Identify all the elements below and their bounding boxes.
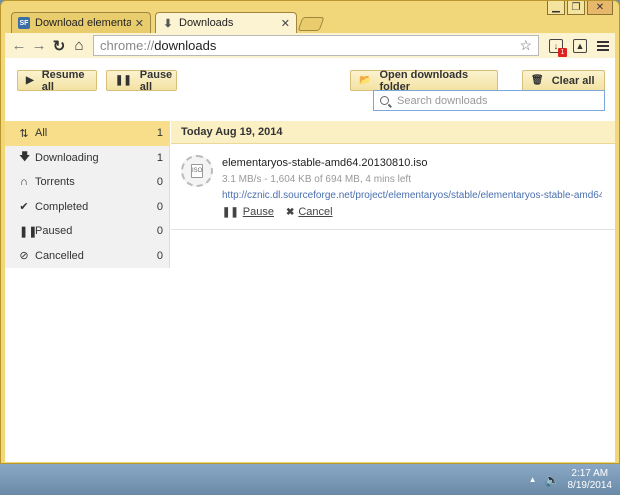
pause-icon: ❚❚ (115, 75, 132, 86)
system-tray: ▲ 🔈 2:17 AM 8/19/2014 (529, 464, 612, 495)
browser-window: SF Download elementary OS ✕ ⬇ Downloads … (0, 0, 620, 464)
count: 0 (156, 200, 163, 213)
sidebar-item-downloading[interactable]: 🡇 Downloading 1 (5, 146, 169, 171)
tab-label: Download elementary OS (35, 17, 131, 29)
count: 1 (156, 151, 163, 164)
count: 0 (156, 249, 163, 262)
pause-icon: ❚❚ (19, 225, 38, 238)
sidebar-item-torrents[interactable]: ∩ Torrents 0 (5, 170, 169, 195)
download-url-link[interactable]: http://cznic.dl.sourceforge.net/project/… (222, 190, 602, 201)
pause-all-button[interactable]: ❚❚ Pause all (106, 69, 177, 93)
tab-label: Downloads (179, 17, 234, 29)
clear-all-button[interactable]: 🗑 Clear all (522, 70, 605, 91)
downloads-extension-icon[interactable]: ↓ 1 (549, 38, 567, 57)
sidebar: ⇅ All 1 🡇 Downloading 1 ∩ Torrents 0 ✔ C… (5, 121, 170, 268)
sort-arrows-icon: ⇅ (19, 127, 29, 140)
download-filename[interactable]: elementaryos-stable-amd64.20130810.iso (222, 157, 427, 169)
show-hidden-icons-icon[interactable]: ▲ (529, 475, 537, 484)
play-icon: ▶ (26, 75, 34, 86)
address-bar[interactable]: chrome:// downloads ☆ (93, 35, 539, 56)
bookmark-star-icon[interactable]: ☆ (519, 37, 532, 54)
reload-icon[interactable]: ↻ (49, 37, 69, 55)
pause-download-button[interactable]: ❚❚ Pause (222, 206, 274, 218)
close-icon: ✖ (285, 206, 295, 218)
downloads-page: ▶ Resume all ❚❚ Pause all 📂 Open downloa… (5, 58, 615, 462)
magnet-icon: ∩ (20, 176, 28, 189)
open-downloads-folder-button[interactable]: 📂 Open downloads folder (350, 69, 498, 93)
download-status: 3.1 MB/s - 1,604 KB of 694 MB, 4 mins le… (222, 174, 411, 185)
close-tab-icon[interactable]: ✕ (135, 17, 144, 30)
count: 1 (156, 127, 163, 140)
back-icon[interactable]: ← (9, 37, 29, 54)
cancel-download-button[interactable]: ✖ Cancel (286, 206, 333, 218)
count: 0 (156, 225, 163, 238)
browser-toolbar: ← → ↻ ⌂ chrome:// downloads ☆ ↓ 1 ▲ (5, 33, 615, 58)
cancel-circle-icon: ⊘ (19, 250, 29, 263)
resume-all-button[interactable]: ▶ Resume all (17, 69, 97, 93)
title-bar: SF Download elementary OS ✕ ⬇ Downloads … (1, 1, 619, 33)
checkmark-icon: ✔ (19, 201, 29, 214)
download-arrow-icon: 🡇 (19, 151, 31, 164)
minimize-button[interactable]: ▁ (547, 1, 565, 15)
download-item: ISO elementaryos-stable-amd64.20130810.i… (171, 144, 615, 230)
search-input[interactable] (397, 94, 577, 107)
downloads-header: ▶ Resume all ❚❚ Pause all 📂 Open downloa… (5, 58, 615, 121)
download-arrow-icon: ⬇ (163, 17, 173, 30)
pause-icon: ❚❚ (222, 206, 239, 218)
sidebar-item-cancelled[interactable]: ⊘ Cancelled 0 (5, 244, 169, 269)
url-scheme: chrome:// (100, 38, 155, 53)
count: 0 (156, 176, 163, 189)
search-icon (380, 96, 389, 105)
sidebar-item-paused[interactable]: ❚❚ Paused 0 (5, 219, 169, 244)
tab-download-elementary[interactable]: SF Download elementary OS ✕ (11, 12, 151, 33)
home-icon[interactable]: ⌂ (69, 37, 89, 54)
close-tab-icon[interactable]: ✕ (281, 17, 290, 30)
new-tab-button[interactable] (297, 17, 325, 31)
clock-time: 2:17 AM (571, 467, 609, 479)
taskbar: ▲ 🔈 2:17 AM 8/19/2014 (0, 464, 620, 495)
date-header: Today Aug 19, 2014 (171, 121, 615, 144)
close-window-button[interactable]: ✕ (587, 1, 613, 15)
downloads-list: Today Aug 19, 2014 ISO elementaryos-stab… (171, 121, 615, 230)
download-actions: ❚❚ Pause ✖ Cancel (222, 206, 333, 218)
sidebar-item-all[interactable]: ⇅ All 1 (5, 121, 169, 146)
sourceforge-icon: SF (18, 17, 30, 29)
volume-icon[interactable]: 🔈 (545, 473, 560, 487)
sidebar-item-completed[interactable]: ✔ Completed 0 (5, 195, 169, 220)
file-progress-icon: ISO (181, 155, 213, 187)
restore-button[interactable]: ❐ (567, 1, 585, 15)
clock[interactable]: 2:17 AM 8/19/2014 (568, 468, 613, 492)
tab-downloads[interactable]: ⬇ Downloads ✕ (155, 12, 297, 33)
forward-icon[interactable]: → (29, 37, 49, 54)
clock-date: 8/19/2014 (567, 479, 613, 491)
search-downloads[interactable] (373, 90, 605, 111)
trash-icon: 🗑 (531, 75, 544, 86)
window-controls: ▁ ❐ ✕ (547, 1, 613, 15)
folder-icon: 📂 (359, 75, 372, 86)
image-extension-icon[interactable]: ▲ (573, 38, 587, 53)
menu-icon[interactable] (597, 40, 609, 51)
url-host: downloads (154, 38, 217, 53)
